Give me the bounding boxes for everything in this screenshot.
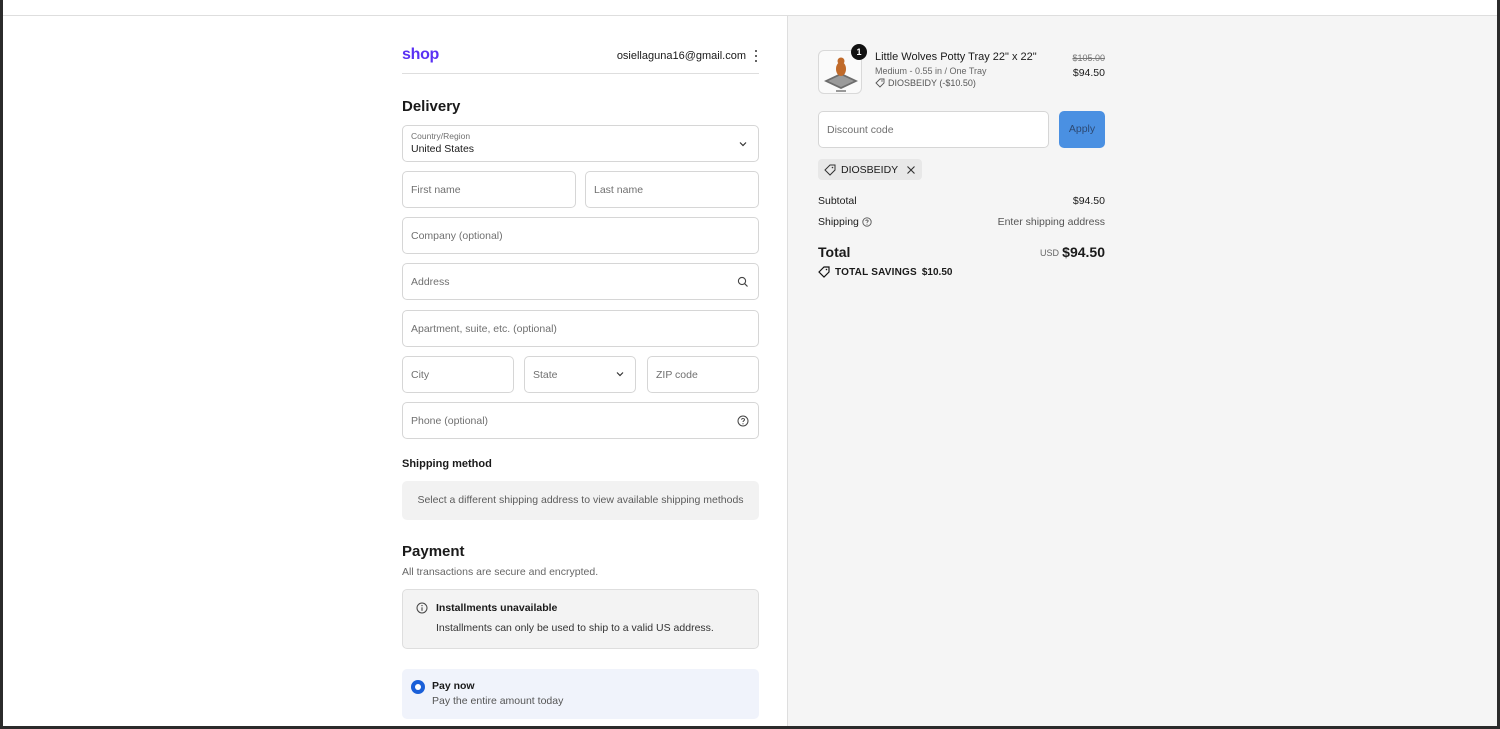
city-placeholder: City <box>411 369 430 381</box>
first-name-placeholder: First name <box>411 184 461 196</box>
discount-code-input[interactable]: Discount code <box>818 111 1049 148</box>
first-name-field[interactable]: First name <box>402 171 576 208</box>
pay-now-text: Pay the entire amount today <box>432 695 564 707</box>
pay-now-option[interactable]: Pay now Pay the entire amount today <box>402 669 759 719</box>
state-placeholder: State <box>533 369 558 381</box>
subtotal-label: Subtotal <box>818 195 857 207</box>
account-email: osiellaguna16@gmail.com <box>616 50 746 62</box>
payment-subtitle: All transactions are secure and encrypte… <box>402 566 599 578</box>
help-icon[interactable] <box>737 415 749 427</box>
top-bar <box>3 0 1497 16</box>
apartment-field[interactable]: Apartment, suite, etc. (optional) <box>402 310 759 347</box>
shop-logo[interactable]: shop <box>402 46 439 64</box>
zip-field[interactable]: ZIP code <box>647 356 759 393</box>
product-name: Little Wolves Potty Tray 22" x 22" <box>875 51 1037 63</box>
quantity-badge: 1 <box>851 44 867 60</box>
tag-icon <box>824 164 836 176</box>
last-name-placeholder: Last name <box>594 184 644 196</box>
browser-frame: shop osiellaguna16@gmail.com Delivery Co… <box>0 0 1500 729</box>
currency-code: USD <box>1039 248 1059 258</box>
pay-now-title: Pay now <box>432 680 475 692</box>
city-field[interactable]: City <box>402 356 514 393</box>
shipping-method-notice: Select a different shipping address to v… <box>402 481 759 520</box>
shipping-method-heading: Shipping method <box>402 458 492 470</box>
shipping-label: Shipping <box>818 216 859 228</box>
close-icon[interactable] <box>906 165 916 175</box>
last-name-field[interactable]: Last name <box>585 171 759 208</box>
country-label: Country/Region <box>411 131 471 141</box>
subtotal-value: $94.50 <box>1072 195 1105 207</box>
company-field[interactable]: Company (optional) <box>402 217 759 254</box>
product-variant: Medium - 0.55 in / One Tray <box>875 66 987 76</box>
help-icon[interactable] <box>862 217 872 227</box>
apply-button[interactable]: Apply <box>1059 111 1105 148</box>
installments-notice: Installments unavailable Installments ca… <box>402 589 759 649</box>
applied-discount-code: DIOSBEIDY <box>841 163 899 176</box>
total-value: $94.50 <box>1062 244 1105 260</box>
order-summary-pane: 1 Little Wolves Potty Tray 22" x 22" Med… <box>787 16 1497 726</box>
delivery-heading: Delivery <box>402 98 461 115</box>
total-savings: TOTAL SAVINGS $10.50 <box>818 266 952 278</box>
phone-field[interactable]: Phone (optional) <box>402 402 759 439</box>
discounted-price: $94.50 <box>1072 67 1105 79</box>
total-label: Total <box>818 244 851 260</box>
chevron-down-icon <box>616 372 624 377</box>
installments-title: Installments unavailable <box>436 602 558 614</box>
chevron-down-icon <box>739 142 747 147</box>
country-value: United States <box>411 143 475 155</box>
subtotal-row: Subtotal $94.50 <box>818 195 1105 207</box>
applied-discount-tag: DIOSBEIDY <box>818 159 923 180</box>
phone-placeholder: Phone (optional) <box>411 415 489 427</box>
tag-icon <box>818 266 830 278</box>
company-placeholder: Company (optional) <box>411 230 503 242</box>
info-icon <box>416 602 428 614</box>
pay-now-radio[interactable] <box>411 680 425 694</box>
product-discount-text: DIOSBEIDY (-$10.50) <box>888 78 976 88</box>
shipping-row: Shipping Enter shipping address <box>818 216 1105 228</box>
address-placeholder: Address <box>411 276 450 288</box>
address-field[interactable]: Address <box>402 263 759 300</box>
checkout-header: shop osiellaguna16@gmail.com <box>402 46 759 74</box>
tag-icon <box>875 78 885 88</box>
product-discount: DIOSBEIDY (-$10.50) <box>875 78 976 88</box>
installments-text: Installments can only be used to ship to… <box>436 622 714 634</box>
country-select[interactable]: Country/Region United States <box>402 125 759 162</box>
account-menu-icon[interactable] <box>753 49 759 63</box>
checkout-form-pane: shop osiellaguna16@gmail.com Delivery Co… <box>3 16 787 726</box>
original-price: $105.00 <box>1072 53 1105 63</box>
state-select[interactable]: State <box>524 356 636 393</box>
payment-heading: Payment <box>402 543 465 560</box>
discount-code-placeholder: Discount code <box>827 124 894 136</box>
total-savings-label: TOTAL SAVINGS <box>835 266 917 278</box>
apartment-placeholder: Apartment, suite, etc. (optional) <box>411 323 557 335</box>
total-savings-value: $10.50 <box>921 266 953 278</box>
shipping-value: Enter shipping address <box>997 216 1105 228</box>
zip-placeholder: ZIP code <box>656 369 698 381</box>
search-icon[interactable] <box>737 276 749 288</box>
